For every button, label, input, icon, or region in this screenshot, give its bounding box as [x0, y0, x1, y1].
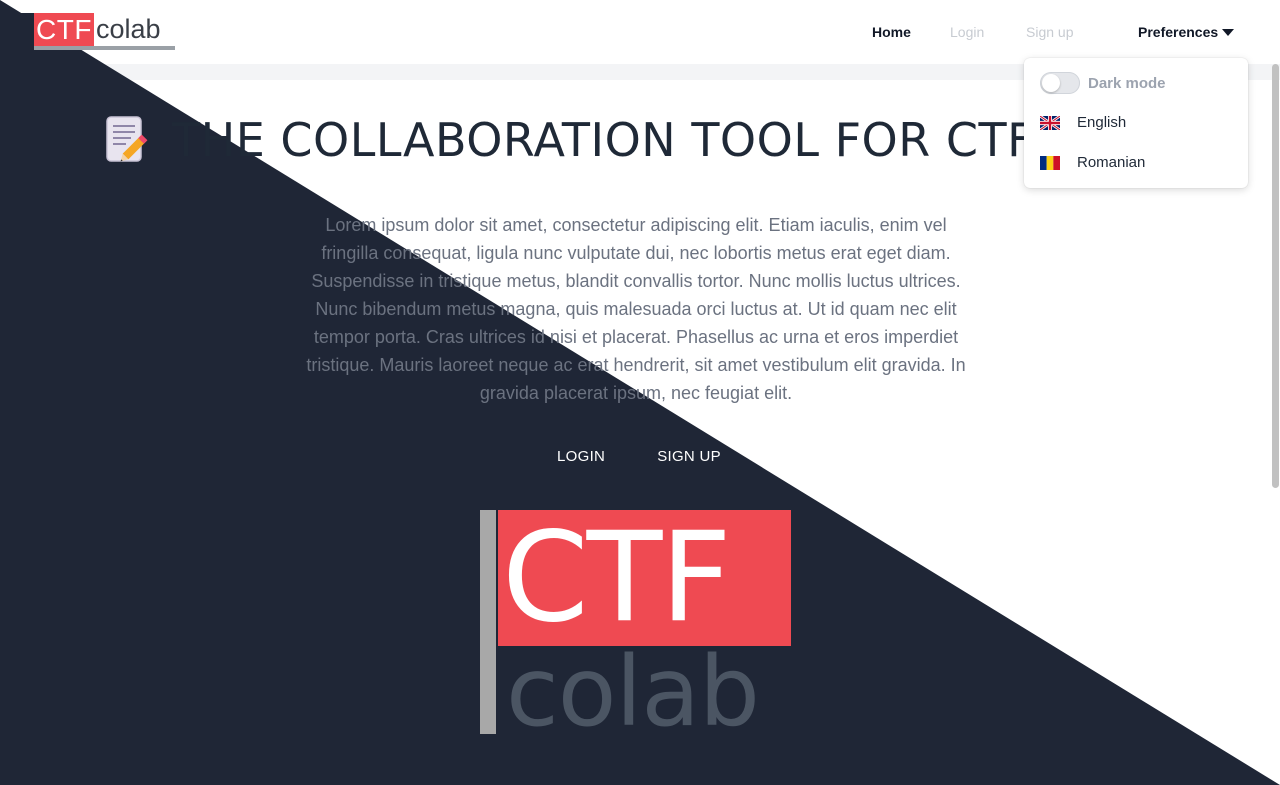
toggle-knob: [1042, 74, 1060, 92]
nav-login-link[interactable]: Login: [950, 24, 984, 40]
nav-home-link[interactable]: Home: [872, 24, 911, 40]
dark-mode-label: Dark mode: [1088, 74, 1166, 92]
language-label-romanian: Romanian: [1077, 154, 1146, 171]
title-clip: THE COLLABORATION TOOL FOR CTF TEAMS: [172, 112, 1032, 168]
logo-colab-text: colab: [506, 636, 760, 748]
logo-ctf-text: CTF: [498, 510, 791, 646]
language-option-romanian[interactable]: Romanian: [1040, 154, 1145, 171]
page-title: THE COLLABORATION TOOL FOR CTF TEAMS: [172, 113, 1032, 167]
large-logo: CTF colab: [480, 510, 792, 740]
brand-underline: [34, 46, 175, 50]
dark-mode-row[interactable]: Dark mode: [1040, 72, 1166, 94]
login-button[interactable]: LOGIN: [536, 436, 626, 477]
preferences-menu: Dark mode English Romanian: [1024, 58, 1248, 188]
nav-signup-link[interactable]: Sign up: [1026, 24, 1073, 40]
brand-ctf-text: CTF: [34, 13, 94, 46]
preferences-label: Preferences: [1138, 24, 1219, 40]
hero-buttons: LOGIN SIGN UP: [536, 436, 742, 477]
navbar: CTF colab Home Login Sign up Preferences: [0, 0, 1280, 64]
uk-flag-icon: [1040, 115, 1060, 130]
language-label-english: English: [1077, 114, 1127, 131]
signup-button[interactable]: SIGN UP: [636, 436, 742, 477]
logo-bar: [480, 510, 496, 734]
brand-colab-text: colab: [95, 14, 161, 44]
page-scrollbar[interactable]: [1270, 64, 1280, 785]
caret-down-icon: [1222, 29, 1235, 36]
hero-heading: THE COLLABORATION TOOL FOR CTF TEAMS: [104, 112, 1032, 168]
hero-description: Lorem ipsum dolor sit amet, consectetur …: [306, 215, 966, 403]
dark-mode-toggle[interactable]: [1040, 72, 1080, 94]
language-option-english[interactable]: English: [1040, 114, 1126, 131]
memo-icon: [106, 116, 148, 162]
brand-logo[interactable]: CTF colab: [34, 13, 175, 50]
nav-preferences-dropdown[interactable]: Preferences: [1138, 24, 1235, 40]
scrollbar-thumb[interactable]: [1272, 64, 1279, 488]
romania-flag-icon: [1040, 155, 1060, 170]
